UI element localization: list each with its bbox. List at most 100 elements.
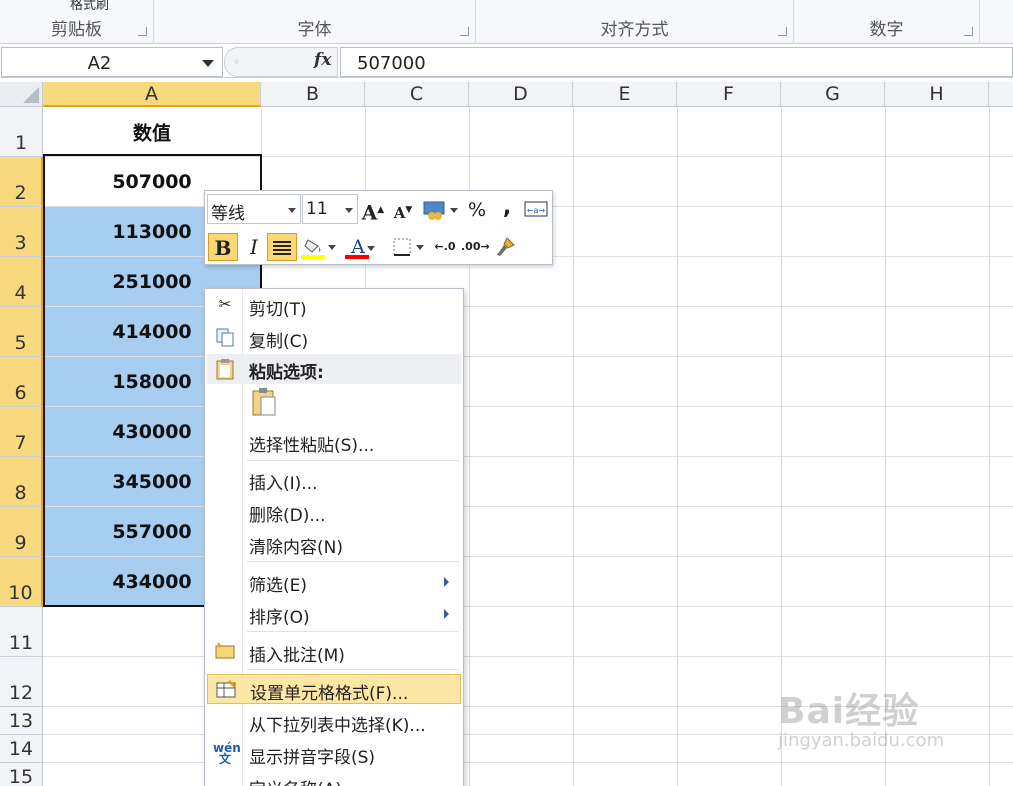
menu-separator xyxy=(247,631,459,632)
decrease-decimal-button[interactable]: .00→ xyxy=(461,233,490,261)
number-group-label: 数字 xyxy=(869,20,904,40)
menu-item-label: 清除内容(N) xyxy=(249,538,343,558)
baidu-jingyan-watermark: Bai经验 jingyan.baidu.com xyxy=(778,680,1008,760)
menu-item-label: 显示拼音字段(S) xyxy=(249,748,376,768)
clipboard-launcher-icon[interactable] xyxy=(138,27,147,36)
column-header-d[interactable]: D xyxy=(469,82,573,107)
menu-item-cut[interactable]: ✂ 剪切(T) xyxy=(207,291,461,321)
number-launcher-icon[interactable] xyxy=(964,27,973,36)
row-header[interactable]: 12 xyxy=(0,657,43,707)
row-header[interactable]: 3 xyxy=(0,207,43,257)
menu-item-phonetic[interactable]: wén 文 显示拼音字段(S) xyxy=(207,739,461,769)
row-number: 5 xyxy=(14,332,27,354)
merge-center-button[interactable]: ←a→ xyxy=(523,199,549,221)
column-header-c[interactable]: C xyxy=(365,82,469,107)
menu-item-define-name[interactable]: 定义名称(A)... xyxy=(207,771,461,786)
menu-item-sort[interactable]: 排序(O) xyxy=(207,599,461,629)
row-header[interactable]: 5 xyxy=(0,307,43,357)
watermark-brand: Bai经验 xyxy=(778,691,920,732)
chevron-down-icon[interactable] xyxy=(366,245,375,251)
select-all-button[interactable] xyxy=(0,82,43,107)
menu-item-pick-from-list[interactable]: 从下拉列表中选择(K)... xyxy=(207,707,461,737)
menu-item-insert[interactable]: 插入(I)... xyxy=(207,465,461,495)
splitter-grip-icon: ◦ xyxy=(233,55,241,69)
menu-item-format-cells[interactable]: 设置单元格格式(F)... xyxy=(207,674,461,704)
row-header[interactable]: 4 xyxy=(0,257,43,307)
row-header[interactable]: 13 xyxy=(0,707,43,735)
row-header[interactable]: 7 xyxy=(0,407,43,457)
row-header[interactable]: 6 xyxy=(0,357,43,407)
menu-separator xyxy=(247,669,459,670)
cell-a1-text: 数值 xyxy=(132,122,171,144)
column-header-f[interactable]: F xyxy=(677,82,781,107)
formula-input[interactable]: 507000 xyxy=(340,47,1013,77)
paintbrush-icon xyxy=(497,237,515,256)
chevron-down-icon[interactable] xyxy=(328,244,336,250)
menu-item-filter[interactable]: 筛选(E) xyxy=(207,567,461,597)
column-header-e[interactable]: E xyxy=(573,82,677,107)
menu-item-clear-contents[interactable]: 清除内容(N) xyxy=(207,529,461,559)
format-painter-button[interactable]: 格式刷 xyxy=(70,0,109,13)
row-number: 6 xyxy=(14,382,27,404)
alignment-group: 对齐方式 xyxy=(476,0,794,44)
font-size-combo[interactable]: 11 xyxy=(302,194,358,224)
clipboard-group: 格式刷 剪贴板 xyxy=(0,0,154,44)
menu-item-copy[interactable]: 复制(C) xyxy=(207,323,461,353)
percent-style-button[interactable]: % xyxy=(465,196,489,224)
column-header-a[interactable]: A xyxy=(43,82,261,107)
menu-item-insert-comment[interactable]: 插入批注(M) xyxy=(207,637,461,667)
row-header[interactable]: 10 xyxy=(0,557,43,607)
menu-item-label: 设置单元格格式(F)... xyxy=(250,684,409,704)
row-header[interactable]: 8 xyxy=(0,457,43,507)
chevron-down-icon[interactable] xyxy=(416,244,424,250)
increase-decimal-button[interactable]: ←.0 xyxy=(431,233,459,261)
row-header[interactable]: 11 xyxy=(0,607,43,657)
fill-color-button[interactable] xyxy=(299,233,339,261)
chevron-down-icon[interactable] xyxy=(345,208,353,213)
row-number: 2 xyxy=(14,182,27,204)
name-box[interactable]: A2 xyxy=(1,47,223,77)
format-painter-mini-button[interactable] xyxy=(491,233,519,261)
column-header-b[interactable]: B xyxy=(261,82,365,107)
context-menu: ✂ 剪切(T) 复制(C) 粘贴选项: 选择性粘贴(S)... 插入(I)...… xyxy=(204,288,464,786)
cell-a1[interactable]: 数值 xyxy=(43,107,261,157)
row-header[interactable]: 2 xyxy=(0,157,43,207)
chevron-down-icon[interactable] xyxy=(450,207,458,213)
accounting-format-button[interactable] xyxy=(420,196,460,224)
alignment-launcher-icon[interactable] xyxy=(778,27,787,36)
borders-icon xyxy=(393,238,411,256)
row-number: 3 xyxy=(14,232,27,254)
menu-item-label: 删除(D)... xyxy=(249,506,326,526)
font-color-button[interactable]: A xyxy=(343,233,383,261)
comma-style-button[interactable]: , xyxy=(495,194,519,222)
bold-button[interactable]: B xyxy=(208,233,238,261)
row-header[interactable]: 14 xyxy=(0,735,43,763)
menu-header-paste-options: 粘贴选项: xyxy=(207,354,461,384)
shrink-font-button[interactable]: A▼ xyxy=(391,196,415,224)
center-align-button[interactable] xyxy=(267,233,297,261)
row-number: 8 xyxy=(14,482,27,504)
format-cells-icon xyxy=(214,679,238,701)
watermark-url: jingyan.baidu.com xyxy=(778,730,945,751)
paste-option-icon[interactable] xyxy=(251,387,279,419)
column-header-h[interactable]: H xyxy=(885,82,989,107)
row-header[interactable]: 1 xyxy=(0,107,43,157)
chevron-down-icon[interactable] xyxy=(288,208,296,213)
grow-font-button[interactable]: A▲ xyxy=(361,196,385,225)
menu-item-label: 剪切(T) xyxy=(249,300,307,320)
accounting-format-icon xyxy=(423,201,445,220)
borders-button[interactable] xyxy=(389,233,427,261)
column-header-overflow[interactable] xyxy=(989,82,1013,107)
chevron-down-icon[interactable] xyxy=(202,60,214,67)
font-name-combo[interactable]: 等线 xyxy=(207,194,301,224)
menu-item-paste-special[interactable]: 选择性粘贴(S)... xyxy=(207,427,461,457)
italic-button[interactable]: I xyxy=(241,233,267,261)
font-launcher-icon[interactable] xyxy=(460,27,469,36)
row-header[interactable]: 9 xyxy=(0,507,43,557)
insert-function-button[interactable]: fx xyxy=(314,50,331,70)
merge-center-icon: ←a→ xyxy=(524,201,548,217)
menu-item-delete[interactable]: 删除(D)... xyxy=(207,497,461,527)
column-header-g[interactable]: G xyxy=(781,82,885,107)
row-header[interactable]: 15 xyxy=(0,763,43,786)
row-number: 1 xyxy=(14,132,28,154)
